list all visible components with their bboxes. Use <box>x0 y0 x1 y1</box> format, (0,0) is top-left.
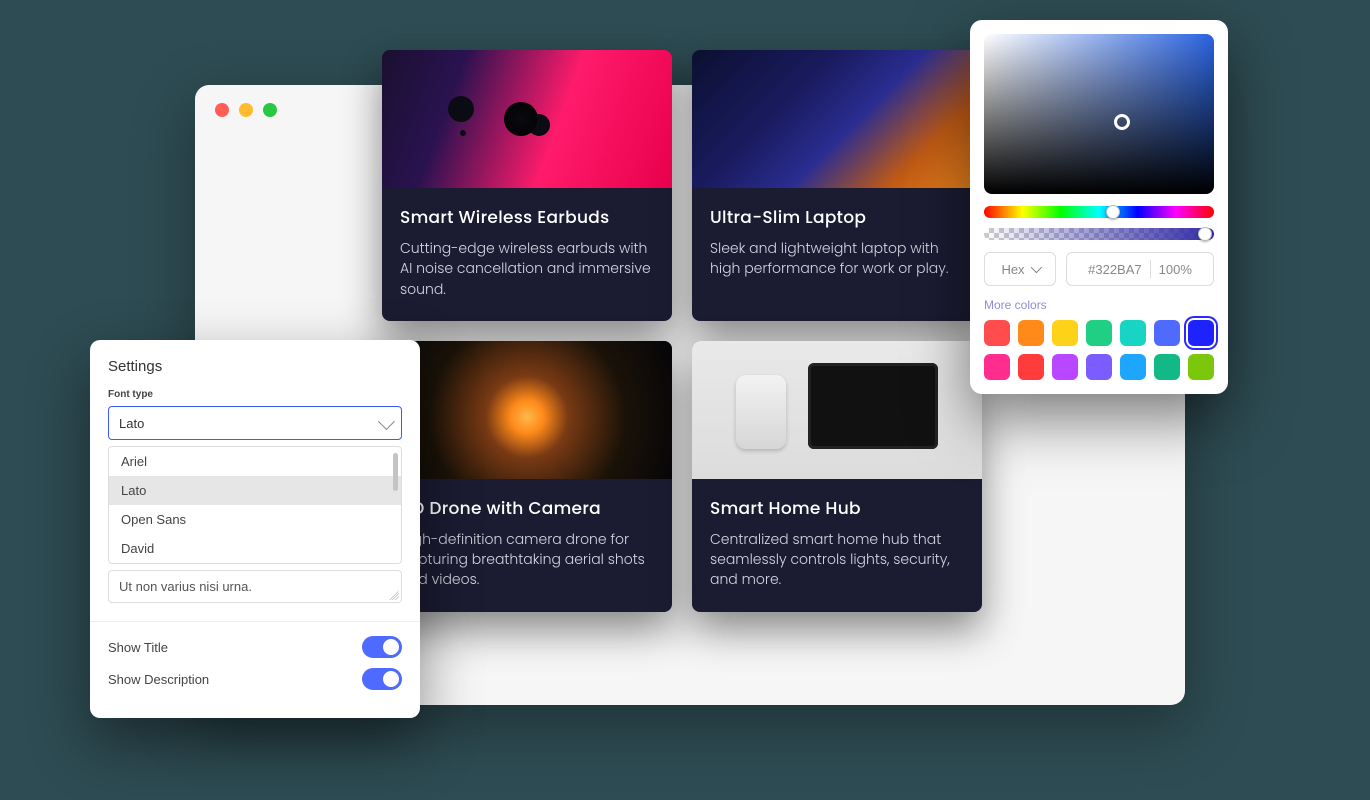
product-desc: High-definition camera drone for capturi… <box>400 529 654 590</box>
hue-slider[interactable] <box>984 206 1214 218</box>
product-desc: Sleek and lightweight laptop with high p… <box>710 238 964 279</box>
more-colors-label: More colors <box>984 298 1214 312</box>
product-title: HD Drone with Camera <box>400 495 654 521</box>
color-swatch[interactable] <box>1188 354 1214 380</box>
scrollbar-thumb[interactable] <box>393 453 398 491</box>
font-option[interactable]: Ariel <box>109 447 401 476</box>
show-title-toggle[interactable] <box>362 636 402 658</box>
color-mode-select[interactable]: Hex <box>984 252 1056 286</box>
product-desc: Cutting-edge wireless earbuds with AI no… <box>400 238 654 299</box>
color-swatch[interactable] <box>1018 354 1044 380</box>
saturation-value-field[interactable] <box>984 34 1214 194</box>
color-swatch[interactable] <box>1086 354 1112 380</box>
font-type-dropdown: Ariel Lato Open Sans David <box>108 446 402 564</box>
product-card-grid: Smart Wireless Earbuds Cutting-edge wire… <box>382 50 982 612</box>
color-swatch[interactable] <box>1188 320 1214 346</box>
description-textarea[interactable]: Ut non varius nisi urna. <box>108 570 402 603</box>
color-swatch[interactable] <box>1154 320 1180 346</box>
settings-heading: Settings <box>108 358 402 375</box>
sv-cursor[interactable] <box>1114 114 1130 130</box>
color-swatch[interactable] <box>1120 320 1146 346</box>
chevron-down-icon <box>1030 262 1041 273</box>
product-desc: Centralized smart home hub that seamless… <box>710 529 964 590</box>
color-swatch[interactable] <box>984 354 1010 380</box>
color-swatch[interactable] <box>1052 354 1078 380</box>
color-swatch[interactable] <box>1120 354 1146 380</box>
font-option[interactable]: Open Sans <box>109 505 401 534</box>
product-card[interactable]: HD Drone with Camera High-definition cam… <box>382 341 672 612</box>
product-card[interactable]: Ultra-Slim Laptop Sleek and lightweight … <box>692 50 982 321</box>
hex-value: #322BA7 <box>1088 262 1142 277</box>
font-option[interactable]: David <box>109 534 401 563</box>
resize-handle-icon[interactable] <box>389 590 399 600</box>
font-type-label: Font type <box>108 389 402 400</box>
product-card[interactable]: Smart Home Hub Centralized smart home hu… <box>692 341 982 612</box>
divider <box>90 621 420 622</box>
textarea-value: Ut non varius nisi urna. <box>119 579 252 594</box>
show-description-label: Show Description <box>108 672 209 687</box>
font-option[interactable]: Lato <box>109 476 401 505</box>
color-mode-value: Hex <box>1001 262 1024 277</box>
settings-panel: Settings Font type Lato Ariel Lato Open … <box>90 340 420 718</box>
product-title: Smart Home Hub <box>710 495 964 521</box>
alpha-knob[interactable] <box>1198 227 1212 241</box>
product-card[interactable]: Smart Wireless Earbuds Cutting-edge wire… <box>382 50 672 321</box>
product-image <box>692 50 982 188</box>
window-max-dot[interactable] <box>263 103 277 117</box>
color-swatch[interactable] <box>1154 354 1180 380</box>
product-title: Ultra-Slim Laptop <box>710 204 964 230</box>
product-image <box>692 341 982 479</box>
opacity-value: 100% <box>1159 262 1192 277</box>
product-image <box>382 341 672 479</box>
alpha-slider[interactable] <box>984 228 1214 240</box>
hex-input[interactable]: #322BA7 100% <box>1066 252 1214 286</box>
chevron-down-icon <box>378 413 395 430</box>
color-swatch[interactable] <box>1086 320 1112 346</box>
color-swatch[interactable] <box>984 320 1010 346</box>
color-swatch[interactable] <box>1018 320 1044 346</box>
window-min-dot[interactable] <box>239 103 253 117</box>
show-description-toggle[interactable] <box>362 668 402 690</box>
show-title-label: Show Title <box>108 640 168 655</box>
color-picker-panel: Hex #322BA7 100% More colors <box>970 20 1228 394</box>
swatch-grid <box>984 320 1214 380</box>
hue-knob[interactable] <box>1106 205 1120 219</box>
product-image <box>382 50 672 188</box>
color-swatch[interactable] <box>1052 320 1078 346</box>
font-type-value: Lato <box>119 416 144 431</box>
product-title: Smart Wireless Earbuds <box>400 204 654 230</box>
separator <box>1150 260 1151 278</box>
font-type-select[interactable]: Lato <box>108 406 402 440</box>
window-close-dot[interactable] <box>215 103 229 117</box>
